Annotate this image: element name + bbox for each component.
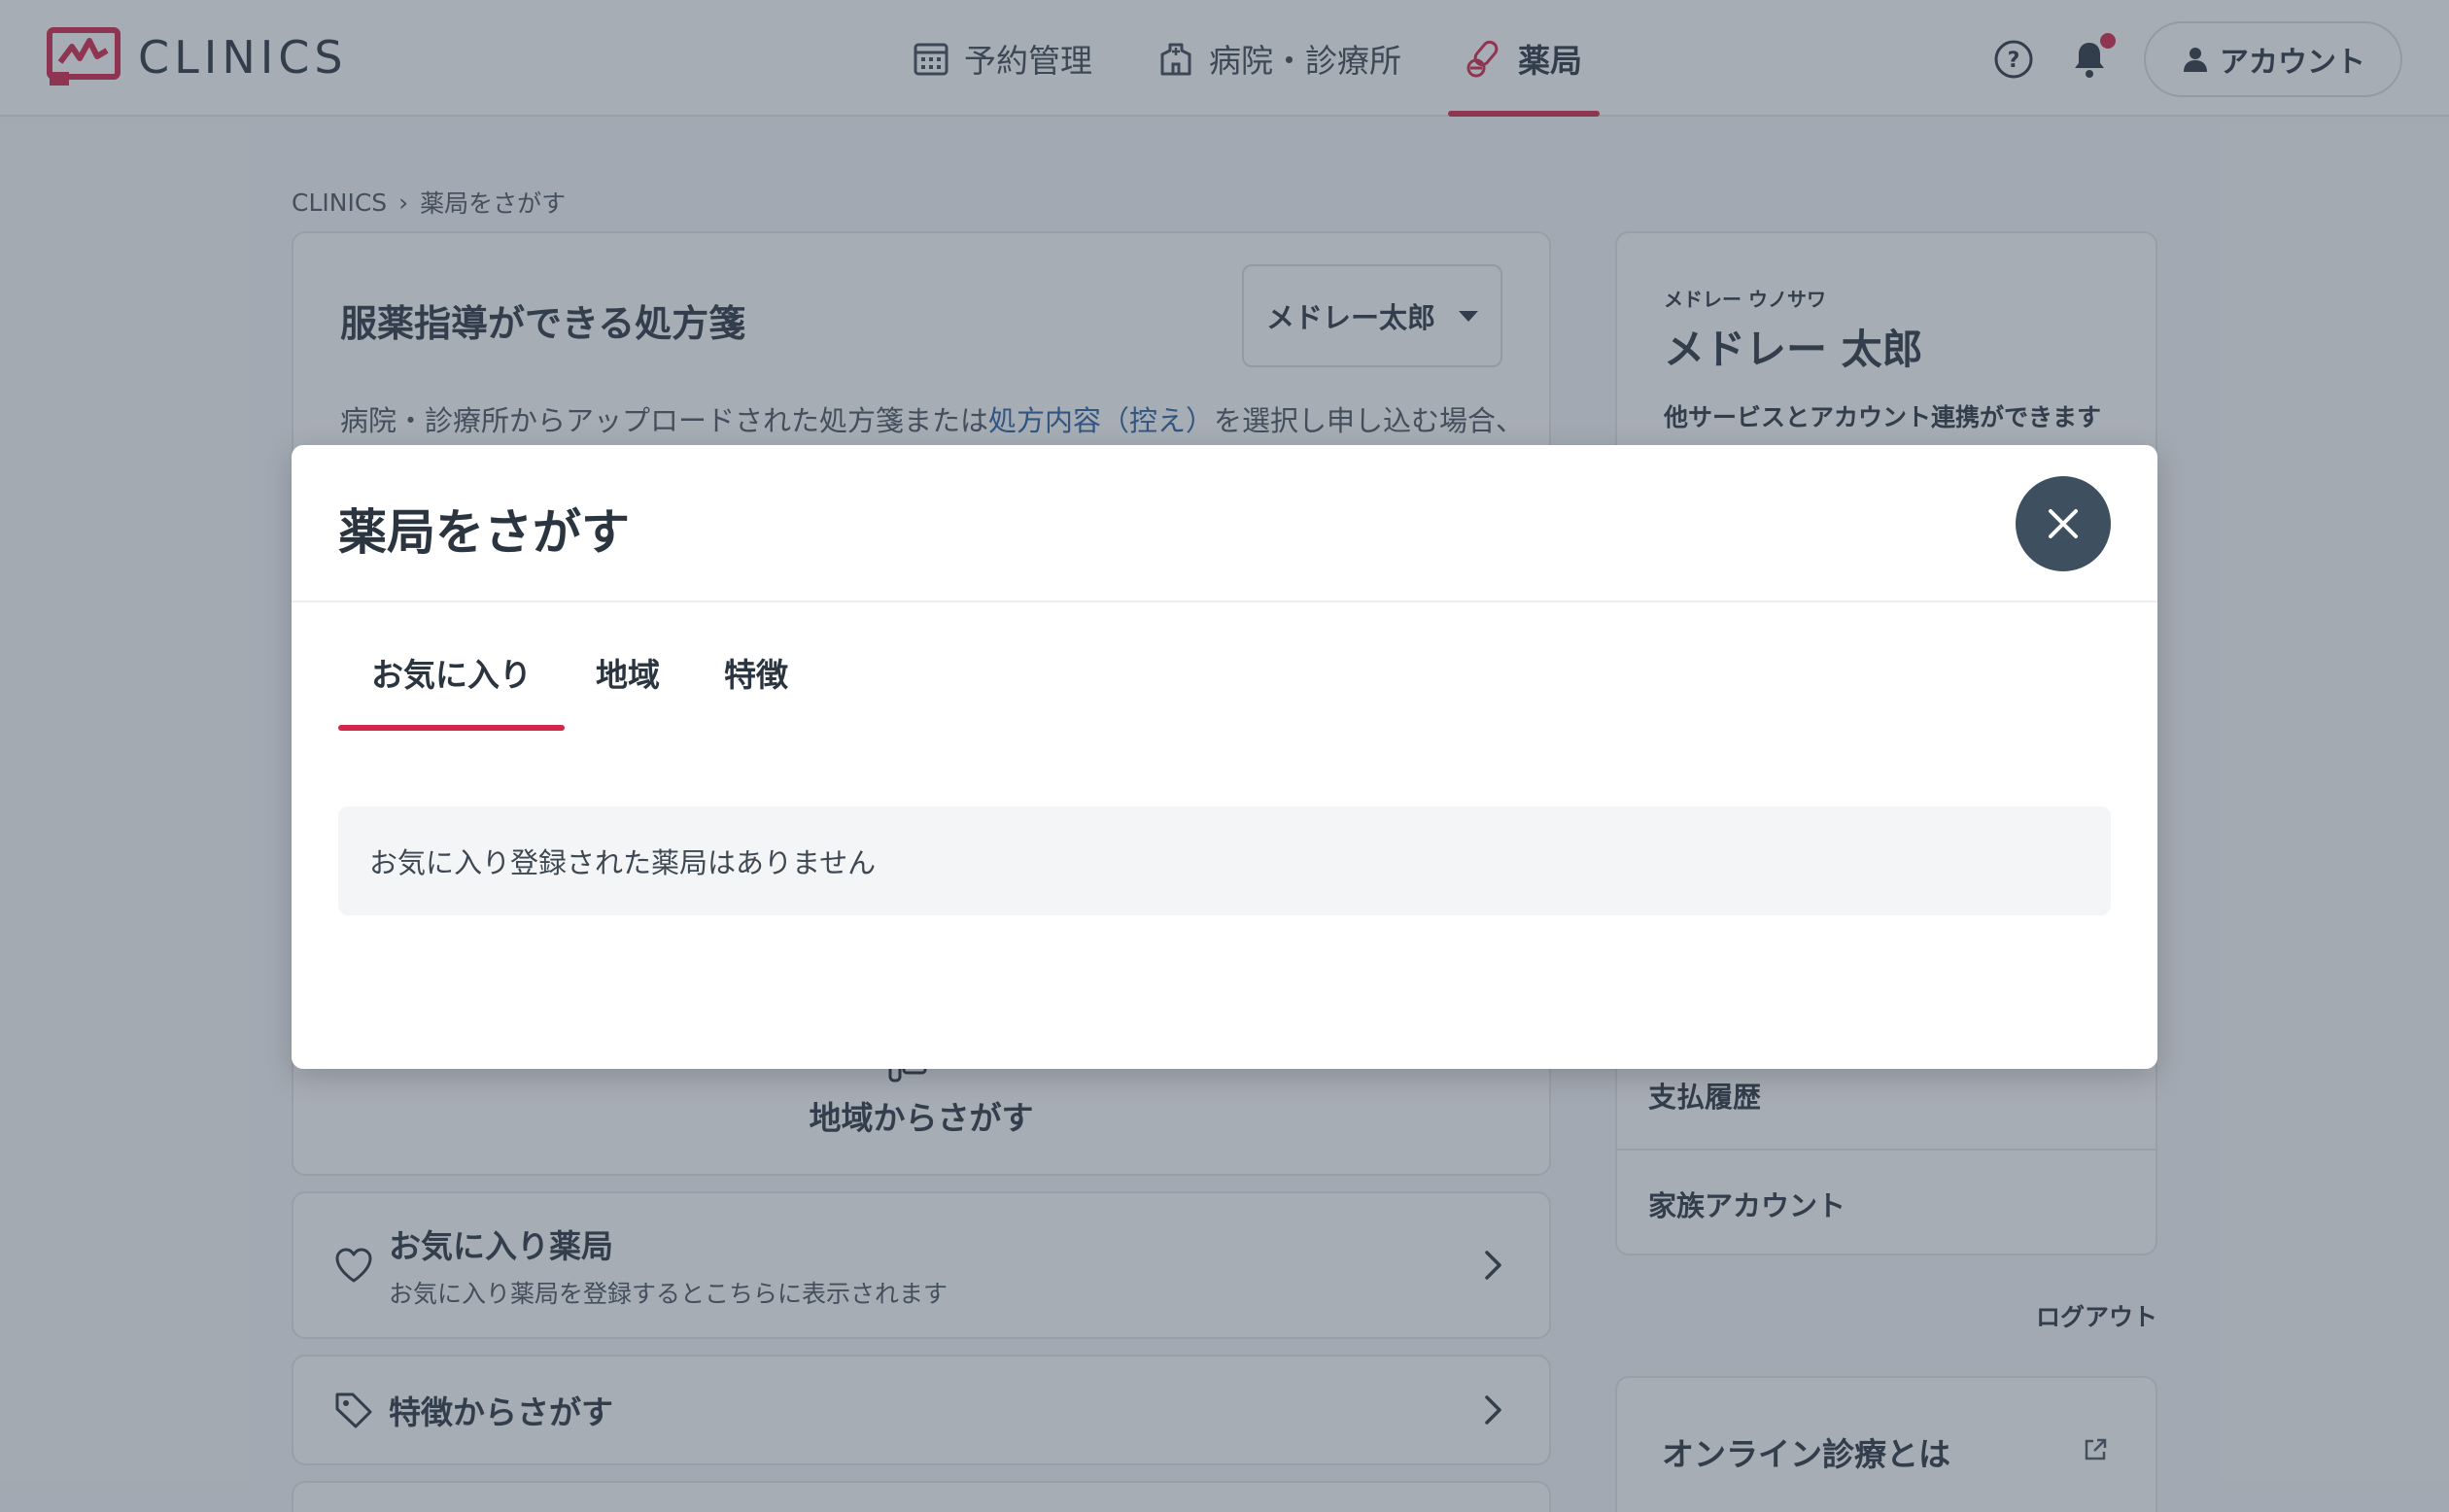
modal-tabs: お気に入り 地域 特徴 bbox=[338, 649, 819, 731]
pharmacy-search-modal: 薬局をさがす お気に入り 地域 特徴 お気に入り登録された薬局はありません bbox=[292, 445, 2157, 1069]
close-icon bbox=[2049, 509, 2078, 538]
tab-region[interactable]: 地域 bbox=[563, 649, 693, 731]
modal-header: 薬局をさがす bbox=[292, 445, 2157, 602]
modal-title: 薬局をさがす bbox=[338, 504, 630, 561]
tab-favorites[interactable]: お気に入り bbox=[338, 649, 565, 731]
tab-features[interactable]: 特徴 bbox=[691, 649, 821, 731]
empty-favorites-message: お気に入り登録された薬局はありません bbox=[338, 807, 2111, 915]
close-button[interactable] bbox=[2016, 476, 2111, 571]
